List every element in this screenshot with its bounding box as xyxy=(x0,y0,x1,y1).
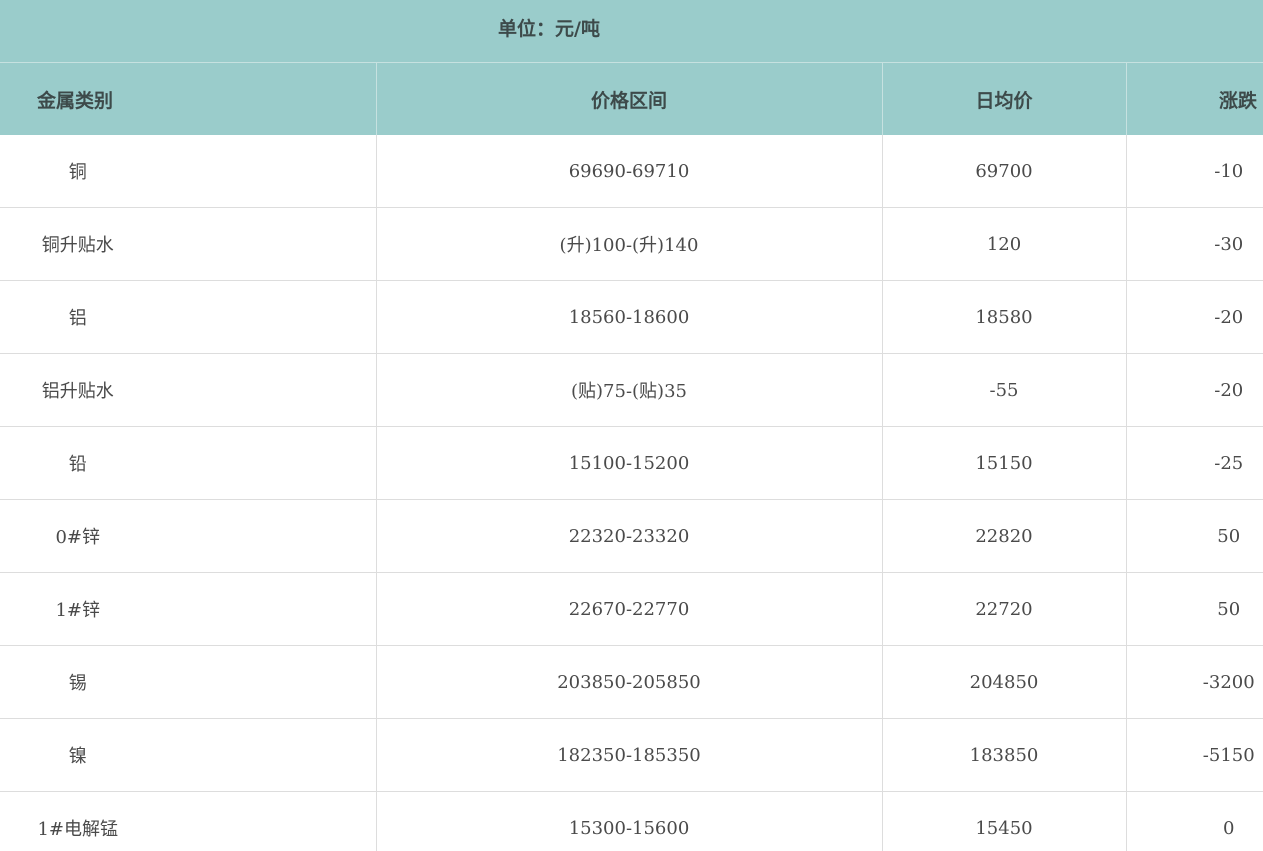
cell-change: -30 xyxy=(1126,207,1263,281)
cell-metal-name: 锡 xyxy=(0,645,377,719)
cell-price-range: 22670-22770 xyxy=(376,572,883,646)
cell-change: 50 xyxy=(1126,499,1263,573)
cell-change: 50 xyxy=(1126,572,1263,646)
cell-price-range: (贴)75-(贴)35 xyxy=(376,353,883,427)
cell-daily-average: 15450 xyxy=(882,791,1127,851)
table-row: 锡 203850-205850 204850 -3200 xyxy=(0,645,1263,719)
cell-daily-average: 204850 xyxy=(882,645,1127,719)
cell-change: -3200 xyxy=(1126,645,1263,719)
table-body: 铜 69690-69710 69700 -10 铜升贴水 (升)100-(升)140 120… xyxy=(0,135,1263,851)
cell-metal-name: 镍 xyxy=(0,718,377,792)
cell-metal-name: 1#电解锰 xyxy=(0,791,377,851)
cell-price-range: 22320-23320 xyxy=(376,499,883,573)
header-price-range: 价格区间 xyxy=(376,62,883,135)
cell-price-range: 15100-15200 xyxy=(376,426,883,500)
metal-price-table: 单位：元/吨 金属类别 价格区间 日均价 涨跌 铜 69690-69710 6970… xyxy=(0,0,1263,851)
cell-daily-average: 18580 xyxy=(882,280,1127,354)
cell-daily-average: 69700 xyxy=(882,135,1127,208)
cell-daily-average: 22720 xyxy=(882,572,1127,646)
cell-daily-average: 183850 xyxy=(882,718,1127,792)
cell-price-range: 18560-18600 xyxy=(376,280,883,354)
table-header-row: 金属类别 价格区间 日均价 涨跌 xyxy=(0,62,1263,135)
table-row: 铅 15100-15200 15150 -25 xyxy=(0,426,1263,500)
cell-metal-name: 铝 xyxy=(0,280,377,354)
table-row: 铝升贴水 (贴)75-(贴)35 -55 -20 xyxy=(0,353,1263,427)
header-metal-category: 金属类别 xyxy=(0,62,377,135)
cell-change: -10 xyxy=(1126,135,1263,208)
table-row: 1#锌 22670-22770 22720 50 xyxy=(0,572,1263,646)
unit-label: 单位：元/吨 xyxy=(498,18,600,40)
cell-price-range: 15300-15600 xyxy=(376,791,883,851)
cell-price-range: (升)100-(升)140 xyxy=(376,207,883,281)
cell-metal-name: 铜 xyxy=(0,135,377,208)
cell-change: 0 xyxy=(1126,791,1263,851)
cell-change: -25 xyxy=(1126,426,1263,500)
cell-daily-average: 22820 xyxy=(882,499,1127,573)
header-daily-average: 日均价 xyxy=(882,62,1127,135)
table-row: 0#锌 22320-23320 22820 50 xyxy=(0,499,1263,573)
table-row: 铝 18560-18600 18580 -20 xyxy=(0,280,1263,354)
cell-daily-average: -55 xyxy=(882,353,1127,427)
header-change: 涨跌 xyxy=(1126,62,1263,135)
cell-daily-average: 120 xyxy=(882,207,1127,281)
table-row: 1#电解锰 15300-15600 15450 0 xyxy=(0,791,1263,851)
cell-metal-name: 0#锌 xyxy=(0,499,377,573)
cell-price-range: 203850-205850 xyxy=(376,645,883,719)
unit-row: 单位：元/吨 xyxy=(0,0,1263,63)
cell-change: -20 xyxy=(1126,353,1263,427)
cell-metal-name: 铝升贴水 xyxy=(0,353,377,427)
table-row: 铜 69690-69710 69700 -10 xyxy=(0,135,1263,208)
table-row: 镍 182350-185350 183850 -5150 xyxy=(0,718,1263,792)
cell-price-range: 182350-185350 xyxy=(376,718,883,792)
cell-metal-name: 1#锌 xyxy=(0,572,377,646)
cell-metal-name: 铅 xyxy=(0,426,377,500)
unit-cell: 单位：元/吨 xyxy=(0,0,1263,63)
cell-change: -20 xyxy=(1126,280,1263,354)
cell-metal-name: 铜升贴水 xyxy=(0,207,377,281)
cell-price-range: 69690-69710 xyxy=(376,135,883,208)
cell-daily-average: 15150 xyxy=(882,426,1127,500)
cell-change: -5150 xyxy=(1126,718,1263,792)
table-row: 铜升贴水 (升)100-(升)140 120 -30 xyxy=(0,207,1263,281)
